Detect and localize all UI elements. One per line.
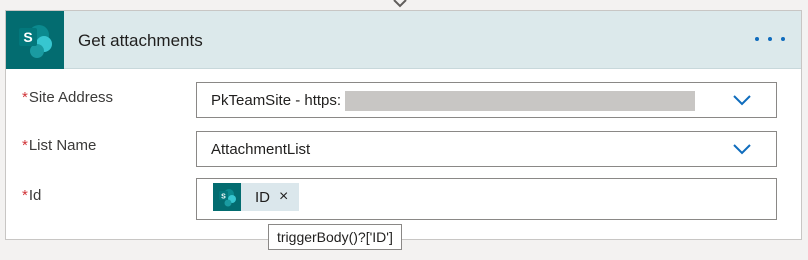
- action-card: S Get attachments *Site Address PkTeamSi…: [5, 10, 802, 240]
- flow-connector-arrow-icon: [393, 0, 407, 8]
- required-marker: *: [22, 89, 28, 106]
- dynamic-content-token[interactable]: S ID ×: [213, 183, 299, 211]
- id-label: *Id: [22, 187, 42, 204]
- required-marker: *: [22, 137, 28, 154]
- sharepoint-icon: S: [213, 183, 241, 211]
- site-address-label: *Site Address: [22, 89, 114, 106]
- action-title: Get attachments: [78, 31, 203, 50]
- chevron-down-icon[interactable]: [732, 93, 752, 107]
- list-name-value: AttachmentList: [211, 141, 311, 158]
- action-card-header[interactable]: S Get attachments: [6, 11, 801, 69]
- site-address-dropdown[interactable]: PkTeamSite - https:: [196, 82, 777, 118]
- svg-text:S: S: [221, 194, 226, 201]
- svg-text:S: S: [23, 29, 32, 45]
- list-name-dropdown[interactable]: AttachmentList: [196, 131, 777, 167]
- token-expression-tooltip: triggerBody()?['ID']: [268, 224, 402, 250]
- chevron-down-icon[interactable]: [732, 142, 752, 156]
- token-label: ID: [255, 188, 270, 206]
- sharepoint-icon: S: [6, 11, 64, 69]
- site-address-value: PkTeamSite - https:: [211, 92, 342, 109]
- remove-token-icon[interactable]: ×: [279, 189, 288, 205]
- required-marker: *: [22, 187, 28, 204]
- more-horizontal-icon[interactable]: [755, 27, 785, 51]
- id-input[interactable]: S ID ×: [196, 178, 777, 220]
- list-name-label: *List Name: [22, 137, 97, 154]
- redacted-url: [345, 91, 695, 111]
